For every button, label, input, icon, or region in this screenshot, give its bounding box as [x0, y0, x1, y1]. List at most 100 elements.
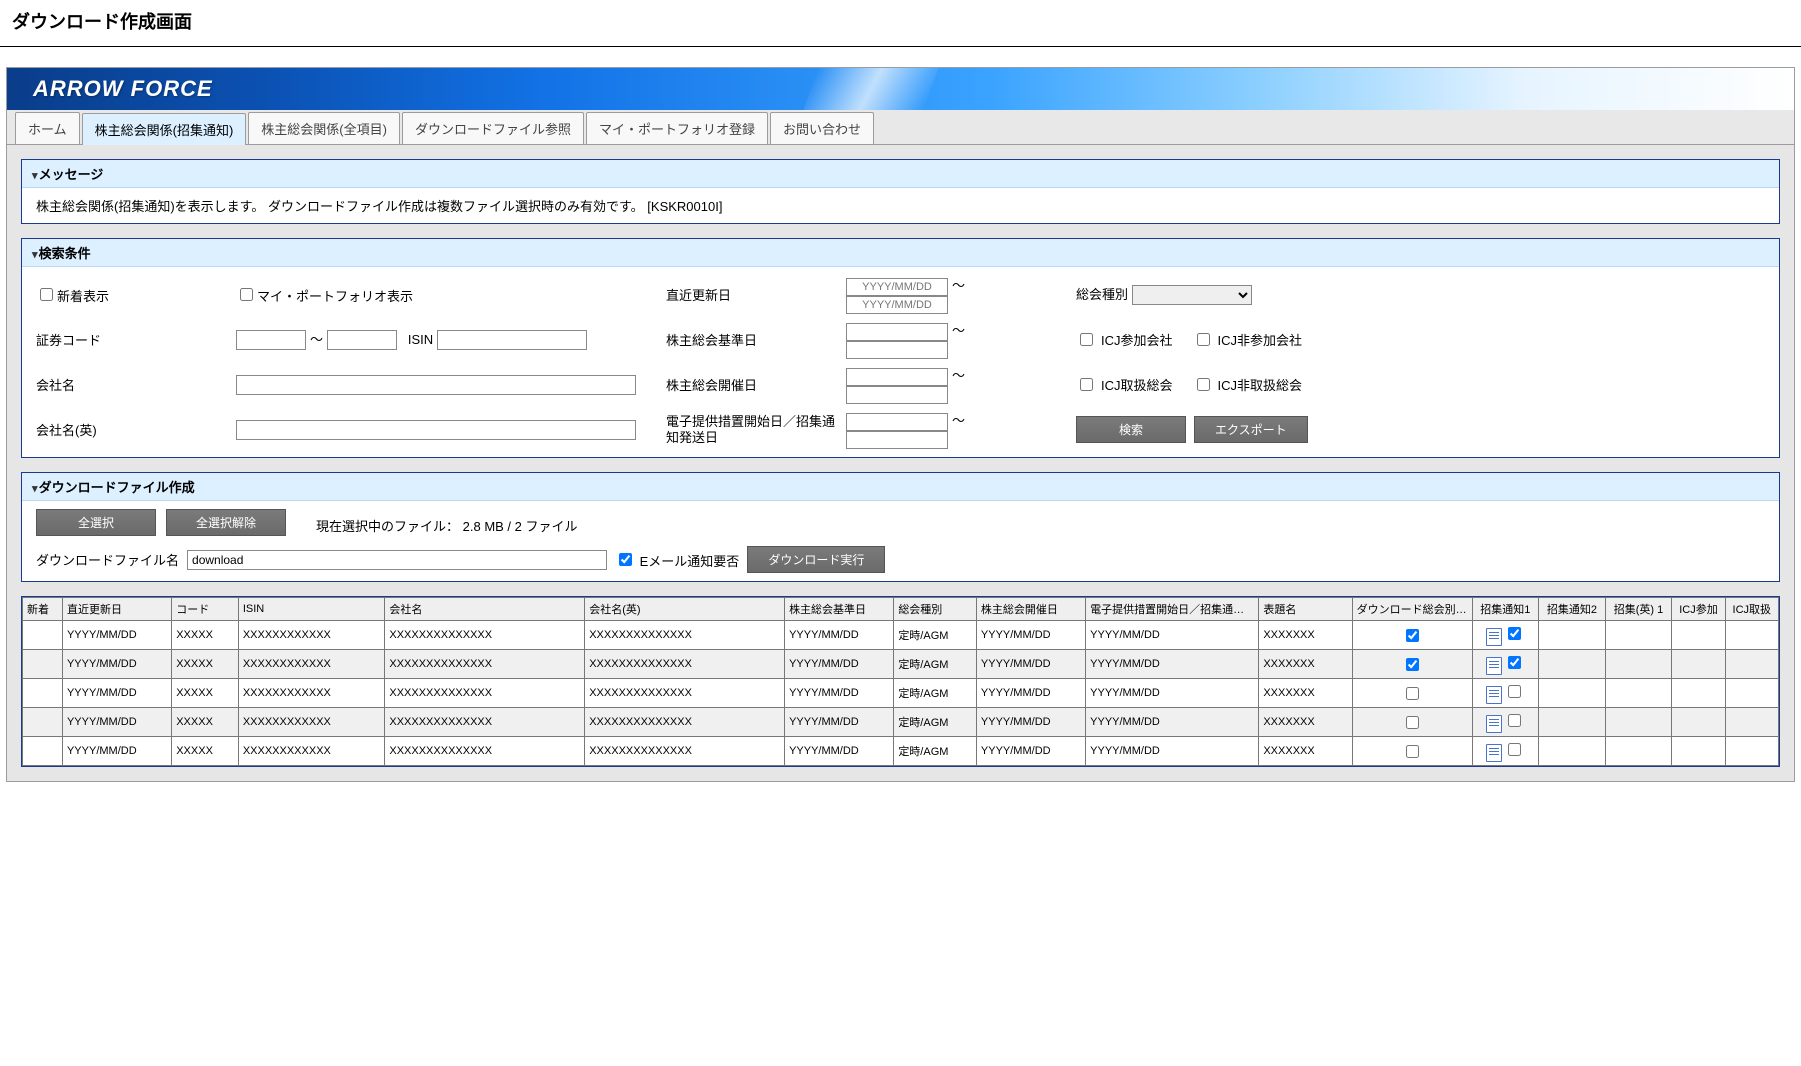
cell: [1605, 621, 1672, 650]
app-frame: ARROW FORCE ホーム株主総会関係(招集通知)株主総会関係(全項目)ダウ…: [6, 67, 1795, 782]
th-isin[interactable]: ISIN: [238, 598, 385, 621]
email-notify-checkbox[interactable]: [619, 553, 632, 566]
th-type[interactable]: 総会種別: [894, 598, 977, 621]
tab-portfolio[interactable]: マイ・ポートフォリオ登録: [586, 112, 768, 144]
download-header[interactable]: ダウンロードファイル作成: [22, 473, 1779, 501]
search-header[interactable]: 検索条件: [22, 239, 1779, 267]
kaisai-range: ～: [846, 365, 1066, 404]
elec-to[interactable]: [846, 431, 948, 449]
icj-nonmember-label[interactable]: ICJ非参加会社: [1193, 330, 1303, 349]
portfolio-checkbox[interactable]: [240, 288, 253, 301]
th-topic[interactable]: 表題名: [1259, 598, 1352, 621]
icj-nothandled-label[interactable]: ICJ非取扱総会: [1193, 375, 1303, 394]
row-dlall-checkbox[interactable]: [1406, 629, 1419, 642]
row-notice1-checkbox[interactable]: [1508, 685, 1521, 698]
clear-all-button[interactable]: 全選択解除: [166, 509, 286, 536]
new-checkbox[interactable]: [40, 288, 53, 301]
document-icon[interactable]: [1486, 715, 1502, 733]
cell: [1672, 679, 1725, 708]
row-notice1-checkbox[interactable]: [1508, 714, 1521, 727]
sec-code-from[interactable]: [236, 330, 306, 350]
download-execute-button[interactable]: ダウンロード実行: [747, 546, 885, 573]
row-dlall-checkbox[interactable]: [1406, 745, 1419, 758]
cell: XXXXXXXXXXXX: [238, 621, 385, 650]
company-ja-input[interactable]: [236, 375, 636, 395]
icj-handled-group: ICJ取扱総会 ICJ非取扱総会: [1076, 375, 1765, 394]
search-body: 新着表示 マイ・ポートフォリオ表示 直近更新日 ～ 総会種別 証券コード ～ I: [22, 267, 1779, 457]
new-checkbox-label[interactable]: 新着表示: [36, 285, 226, 305]
icj-handled-label[interactable]: ICJ取扱総会: [1076, 375, 1173, 394]
th-icj-handled[interactable]: ICJ取扱: [1725, 598, 1778, 621]
tab-shoshu[interactable]: 株主総会関係(招集通知): [82, 113, 247, 145]
cell: XXXXXXXXXXXXXX: [585, 737, 785, 766]
status-value: 2.8 MB / 2 ファイル: [463, 519, 578, 534]
cell: [23, 679, 63, 708]
th-new[interactable]: 新着: [23, 598, 63, 621]
recent-update-from[interactable]: [846, 278, 948, 296]
kaisai-to[interactable]: [846, 386, 948, 404]
row-notice1-checkbox[interactable]: [1508, 656, 1521, 669]
th-code[interactable]: コード: [172, 598, 239, 621]
document-icon[interactable]: [1486, 657, 1502, 675]
th-notice1[interactable]: 招集通知1: [1472, 598, 1539, 621]
th-recent[interactable]: 直近更新日: [62, 598, 171, 621]
icj-handled-checkbox[interactable]: [1080, 378, 1093, 391]
row-dlall-checkbox[interactable]: [1406, 687, 1419, 700]
th-elec[interactable]: 電子提供措置開始日／招集通知発送日: [1086, 598, 1259, 621]
th-company-ja[interactable]: 会社名: [385, 598, 585, 621]
th-dlall[interactable]: ダウンロード総会別全選択: [1352, 598, 1472, 621]
document-icon[interactable]: [1486, 744, 1502, 762]
search-button[interactable]: 検索: [1076, 416, 1186, 443]
kijun-from[interactable]: [846, 323, 948, 341]
cell: YYYY/MM/DD: [785, 679, 894, 708]
cell: YYYY/MM/DD: [976, 621, 1085, 650]
cell: XXXXX: [172, 650, 239, 679]
tab-zenkoumoku[interactable]: 株主総会関係(全項目): [248, 112, 400, 144]
tab-contact[interactable]: お問い合わせ: [770, 112, 874, 144]
select-all-button[interactable]: 全選択: [36, 509, 156, 536]
kaisai-from[interactable]: [846, 368, 948, 386]
tab-dlref[interactable]: ダウンロードファイル参照: [402, 112, 584, 144]
th-notice2[interactable]: 招集通知2: [1539, 598, 1606, 621]
recent-update-to[interactable]: [846, 296, 948, 314]
icj-member-label[interactable]: ICJ参加会社: [1076, 330, 1173, 349]
th-company-en[interactable]: 会社名(英): [585, 598, 785, 621]
icj-member-checkbox[interactable]: [1080, 333, 1093, 346]
search-panel: 検索条件 新着表示 マイ・ポートフォリオ表示 直近更新日 ～ 総会種別 証券コ: [21, 238, 1780, 458]
select-buttons: 全選択 全選択解除: [36, 509, 286, 536]
document-icon[interactable]: [1486, 628, 1502, 646]
th-icj-member[interactable]: ICJ参加: [1672, 598, 1725, 621]
cell: YYYY/MM/DD: [785, 737, 894, 766]
isin-input[interactable]: [437, 330, 587, 350]
row-notice1-checkbox[interactable]: [1508, 627, 1521, 640]
company-en-input[interactable]: [236, 420, 636, 440]
cell: [1352, 737, 1472, 766]
th-notice-en1[interactable]: 招集(英) 1: [1605, 598, 1672, 621]
filename-input[interactable]: [187, 550, 607, 570]
cell: XXXXXXXXXXXXXX: [385, 708, 585, 737]
export-button[interactable]: エクスポート: [1194, 416, 1308, 443]
icj-nonmember-checkbox[interactable]: [1197, 333, 1210, 346]
content-area: メッセージ 株主総会関係(招集通知)を表示します。 ダウンロードファイル作成は複…: [7, 145, 1794, 781]
cell: XXXXXXXXXXXX: [238, 708, 385, 737]
cell: XXXXXXX: [1259, 737, 1352, 766]
sec-code-to[interactable]: [327, 330, 397, 350]
elec-from[interactable]: [846, 413, 948, 431]
isin-label: ISIN: [408, 332, 433, 347]
tab-home[interactable]: ホーム: [15, 112, 80, 144]
icj-nothandled-checkbox[interactable]: [1197, 378, 1210, 391]
row-dlall-checkbox[interactable]: [1406, 658, 1419, 671]
row-notice1-checkbox[interactable]: [1508, 743, 1521, 756]
th-kaisai[interactable]: 株主総会開催日: [976, 598, 1085, 621]
cell: [1472, 708, 1539, 737]
cell: [23, 708, 63, 737]
row-dlall-checkbox[interactable]: [1406, 716, 1419, 729]
kijun-to[interactable]: [846, 341, 948, 359]
cell: YYYY/MM/DD: [62, 737, 171, 766]
portfolio-checkbox-label[interactable]: マイ・ポートフォリオ表示: [236, 285, 656, 305]
th-kijun[interactable]: 株主総会基準日: [785, 598, 894, 621]
sokai-type-select[interactable]: [1132, 285, 1252, 305]
document-icon[interactable]: [1486, 686, 1502, 704]
message-header[interactable]: メッセージ: [22, 160, 1779, 188]
email-notify-label[interactable]: Eメール通知要否: [615, 550, 739, 570]
